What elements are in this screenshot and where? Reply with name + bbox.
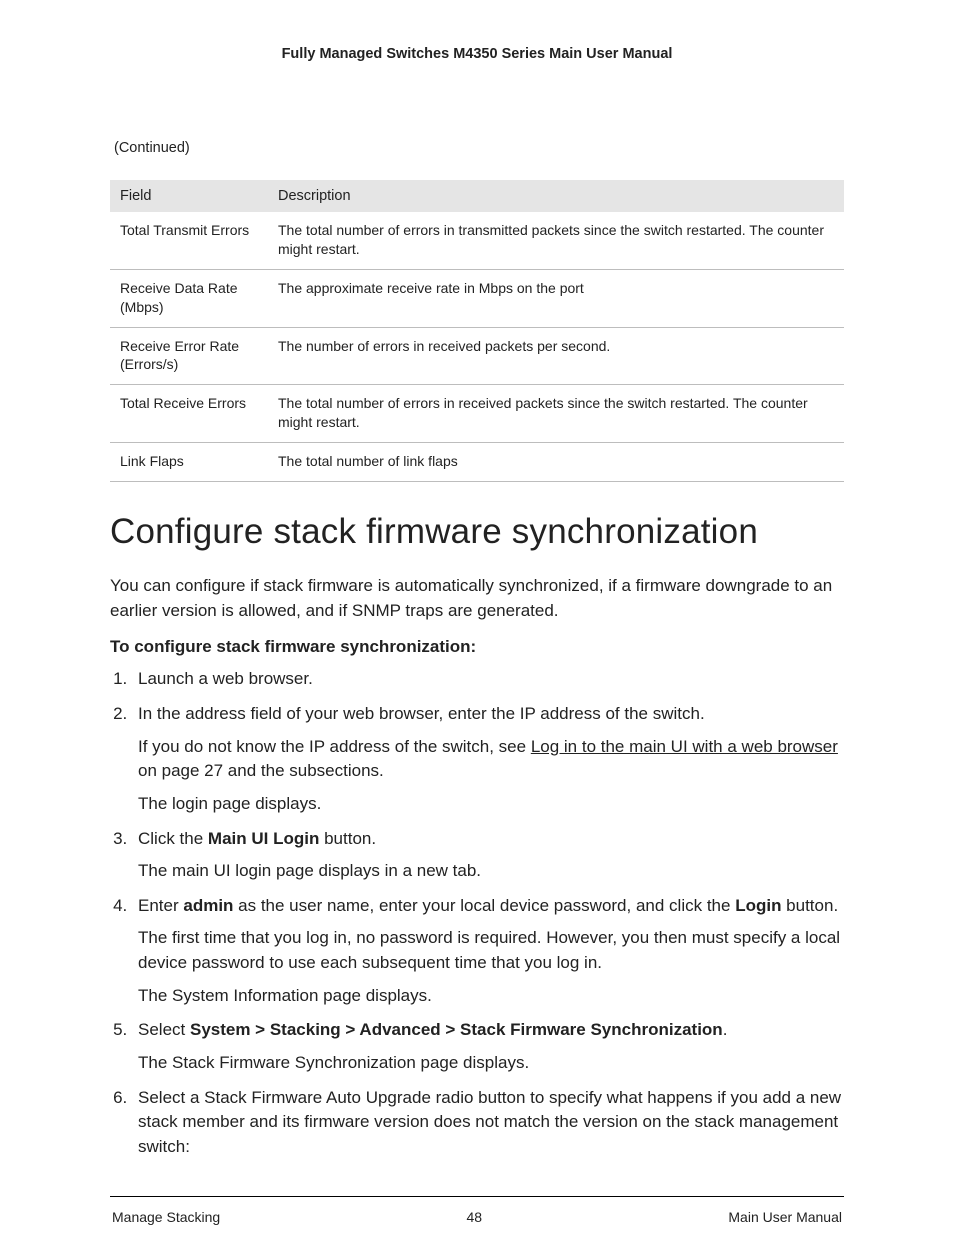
field-name: Total Transmit Errors: [110, 212, 268, 269]
step-2: In the address field of your web browser…: [132, 702, 844, 817]
step-5: Select System > Stacking > Advanced > St…: [132, 1018, 844, 1075]
step-sub: The System Information page displays.: [138, 984, 844, 1009]
step-sub: If you do not know the IP address of the…: [138, 735, 844, 784]
login-label: Login: [735, 896, 781, 915]
steps-list: Launch a web browser. In the address fie…: [110, 667, 844, 1159]
section-title: Configure stack firmware synchronization: [110, 512, 844, 552]
field-desc: The approximate receive rate in Mbps on …: [268, 269, 844, 327]
step-1: Launch a web browser.: [132, 667, 844, 692]
footer-left: Manage Stacking: [112, 1209, 220, 1225]
page-footer: Manage Stacking 48 Main User Manual: [110, 1209, 844, 1225]
field-name: Link Flaps: [110, 443, 268, 482]
field-name: Total Receive Errors: [110, 385, 268, 443]
step-sub: The Stack Firmware Synchronization page …: [138, 1051, 844, 1076]
field-desc: The total number of link flaps: [268, 443, 844, 482]
intro-paragraph: You can configure if stack firmware is a…: [110, 574, 844, 623]
table-row: Receive Error Rate (Errors/s) The number…: [110, 327, 844, 385]
field-desc: The total number of errors in transmitte…: [268, 212, 844, 269]
table-row: Total Transmit Errors The total number o…: [110, 212, 844, 269]
footer-page-number: 48: [467, 1209, 483, 1225]
admin-label: admin: [183, 896, 233, 915]
col-field: Field: [110, 180, 268, 212]
field-name: Receive Error Rate (Errors/s): [110, 327, 268, 385]
footer-rule: [110, 1196, 844, 1197]
table-row: Link Flaps The total number of link flap…: [110, 443, 844, 482]
field-name: Receive Data Rate (Mbps): [110, 269, 268, 327]
step-sub: The first time that you log in, no passw…: [138, 926, 844, 975]
main-ui-login-label: Main UI Login: [208, 829, 319, 848]
step-3: Click the Main UI Login button. The main…: [132, 827, 844, 884]
step-text: Launch a web browser.: [138, 669, 313, 688]
table-row: Receive Data Rate (Mbps) The approximate…: [110, 269, 844, 327]
step-6: Select a Stack Firmware Auto Upgrade rad…: [132, 1086, 844, 1160]
procedure-heading: To configure stack firmware synchronizat…: [110, 637, 844, 657]
step-sub: The login page displays.: [138, 792, 844, 817]
field-desc: The number of errors in received packets…: [268, 327, 844, 385]
step-text: In the address field of your web browser…: [138, 704, 705, 723]
link-login-main-ui[interactable]: Log in to the main UI with a web browser: [531, 737, 838, 756]
doc-header: Fully Managed Switches M4350 Series Main…: [110, 46, 844, 62]
step-4: Enter admin as the user name, enter your…: [132, 894, 844, 1009]
nav-path: System > Stacking > Advanced > Stack Fir…: [190, 1020, 723, 1039]
step-text: Select a Stack Firmware Auto Upgrade rad…: [138, 1088, 841, 1156]
col-description: Description: [268, 180, 844, 212]
table-row: Total Receive Errors The total number of…: [110, 385, 844, 443]
fields-table: Field Description Total Transmit Errors …: [110, 180, 844, 482]
step-sub: The main UI login page displays in a new…: [138, 859, 844, 884]
field-desc: The total number of errors in received p…: [268, 385, 844, 443]
continued-label: (Continued): [114, 140, 844, 156]
footer-right: Main User Manual: [728, 1209, 842, 1225]
